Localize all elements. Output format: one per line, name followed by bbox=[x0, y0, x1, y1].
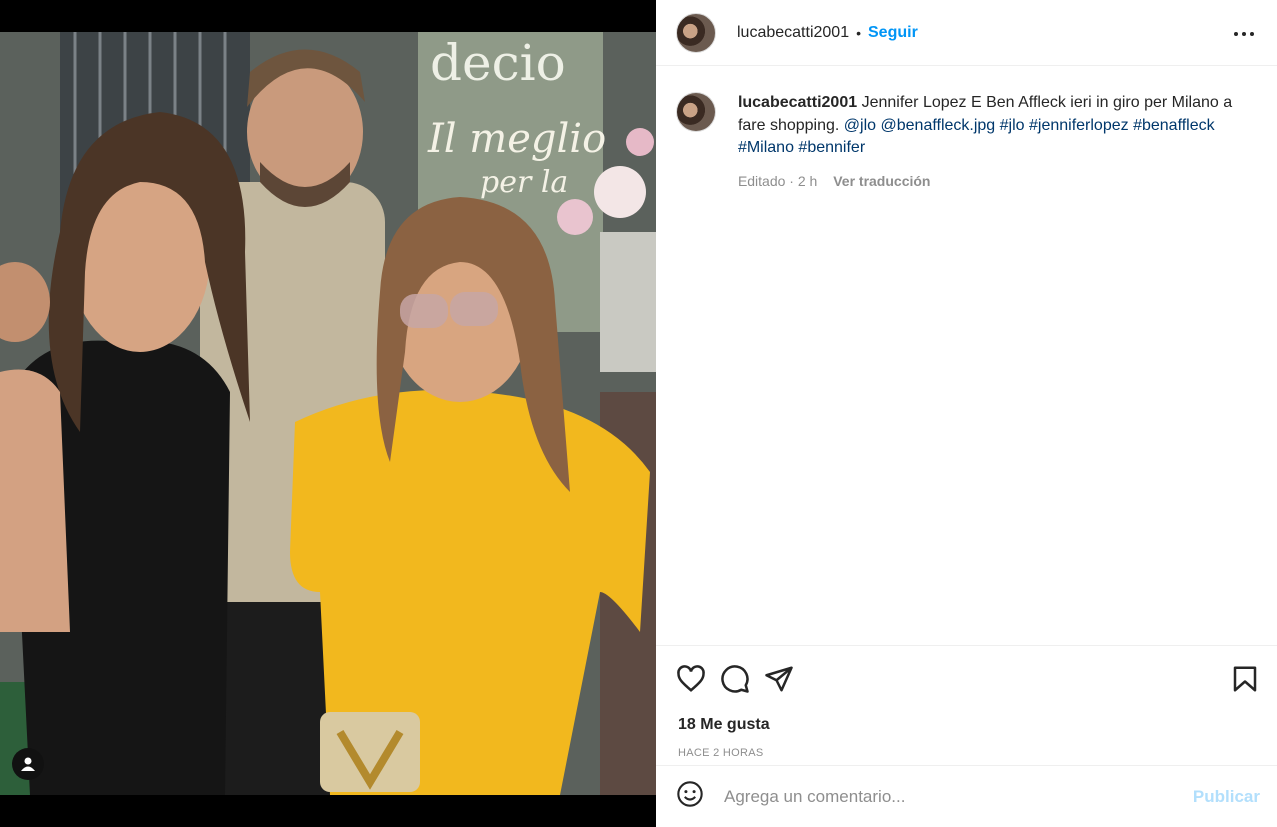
caption-avatar[interactable] bbox=[676, 92, 716, 132]
more-options-button[interactable] bbox=[1233, 23, 1255, 50]
hashtag-link[interactable]: #Milano bbox=[738, 139, 794, 156]
tagged-users-button[interactable] bbox=[12, 748, 44, 780]
header-username[interactable]: lucabecatti2001 bbox=[737, 24, 849, 42]
post-media: decio Il meglio per la bbox=[0, 0, 656, 827]
photo-illustration: decio Il meglio per la bbox=[0, 32, 656, 795]
emoji-icon bbox=[677, 781, 703, 807]
sign-text-1: decio bbox=[430, 34, 566, 92]
sign-text-2: Il meglio bbox=[427, 116, 606, 162]
avatar[interactable] bbox=[676, 12, 716, 53]
like-button[interactable] bbox=[676, 664, 706, 694]
hashtag-link[interactable]: #jlo bbox=[1000, 117, 1025, 134]
mention-link[interactable]: @benaffleck.jpg bbox=[881, 117, 996, 134]
send-icon bbox=[765, 666, 793, 692]
see-translation-button[interactable]: Ver traducción bbox=[833, 173, 930, 189]
action-bar: 18 Me gusta HACE 2 HORAS bbox=[656, 645, 1277, 765]
bookmark-icon bbox=[1233, 666, 1257, 692]
post-sidebar: lucabecatti2001 • Seguir lucabecatti2001… bbox=[656, 0, 1277, 827]
more-horizontal-icon bbox=[1234, 32, 1254, 36]
post-header: lucabecatti2001 • Seguir bbox=[656, 0, 1277, 66]
hashtag-link[interactable]: #benaffleck bbox=[1133, 117, 1215, 134]
caption-username[interactable]: lucabecatti2001 bbox=[738, 94, 857, 111]
emoji-button[interactable] bbox=[676, 780, 704, 813]
share-button[interactable] bbox=[764, 664, 794, 694]
hashtag-link[interactable]: #jenniferlopez bbox=[1029, 117, 1129, 134]
mention-link[interactable]: @jlo bbox=[844, 117, 876, 134]
post-photo[interactable]: decio Il meglio per la bbox=[0, 32, 656, 795]
post-caption: lucabecatti2001 Jennifer Lopez E Ben Aff… bbox=[656, 66, 1277, 192]
comment-input[interactable] bbox=[724, 786, 1164, 807]
hashtag-link[interactable]: #bennifer bbox=[798, 139, 865, 156]
comment-icon bbox=[721, 665, 749, 693]
user-icon bbox=[21, 757, 35, 771]
likes-count[interactable]: 18 Me gusta bbox=[678, 716, 770, 734]
sign-text-3: per la bbox=[480, 165, 568, 200]
comment-button[interactable] bbox=[720, 664, 750, 694]
save-button[interactable] bbox=[1230, 664, 1260, 694]
post-time[interactable]: HACE 2 HORAS bbox=[678, 747, 764, 759]
heart-icon bbox=[677, 665, 705, 692]
separator-dot: • bbox=[856, 24, 861, 41]
comment-bar: Publicar bbox=[656, 765, 1277, 827]
edited-time: Editado · 2 h bbox=[737, 172, 818, 189]
publish-button[interactable]: Publicar bbox=[1193, 787, 1260, 807]
follow-button[interactable]: Seguir bbox=[868, 24, 918, 42]
caption-meta: Editado · 2 h Ver traducción bbox=[738, 170, 1257, 193]
